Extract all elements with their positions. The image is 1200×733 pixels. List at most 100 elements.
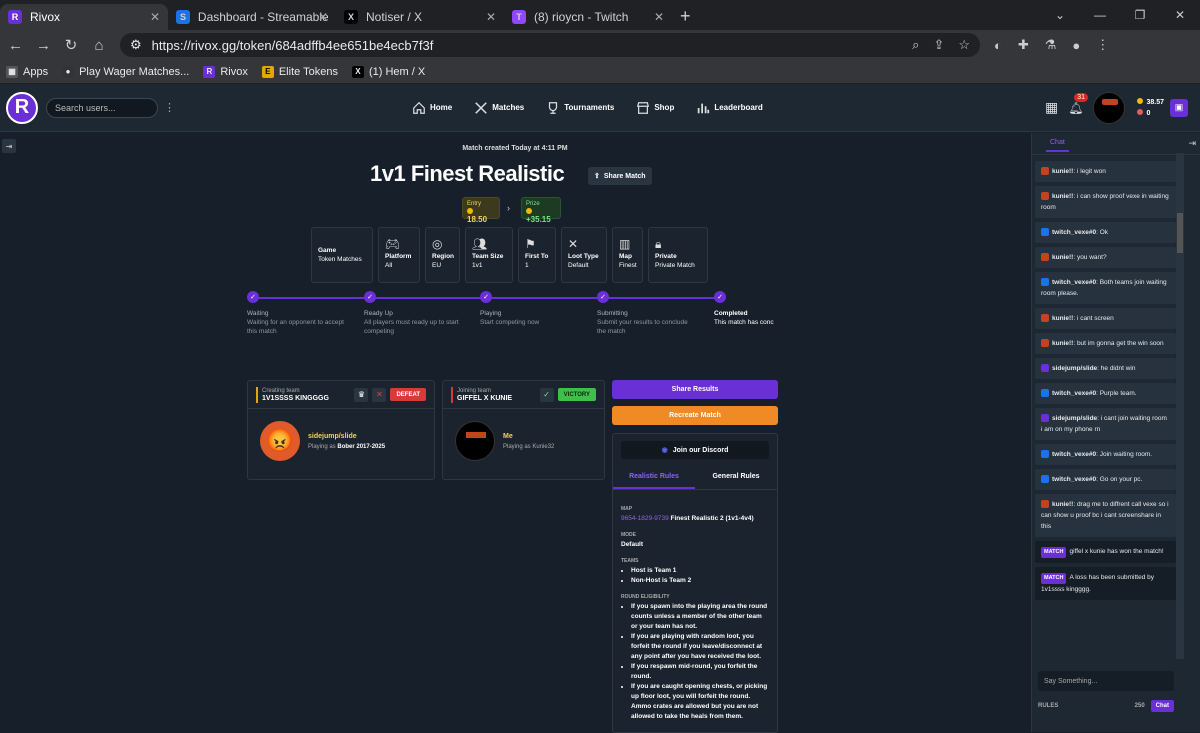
profile-avatar-icon[interactable]: ● bbox=[1072, 38, 1080, 53]
reload-icon[interactable]: ↻ bbox=[64, 36, 78, 54]
restore-icon[interactable]: ❐ bbox=[1120, 8, 1160, 22]
tab-search-icon[interactable]: ⌄ bbox=[1040, 8, 1080, 22]
bookmark-wager[interactable]: ● Play Wager Matches... bbox=[62, 65, 189, 78]
extension-icon[interactable]: ◐ bbox=[994, 38, 1002, 53]
epic-name: Bober 2017-2025 bbox=[337, 443, 386, 450]
bookmark-rivox[interactable]: R Rivox bbox=[203, 65, 248, 78]
notifications-button[interactable]: 🔔︎ 31 bbox=[1068, 92, 1089, 115]
card-value: Private Match bbox=[655, 262, 695, 269]
close-icon[interactable]: ✕ bbox=[654, 10, 664, 24]
map-name: Finest Realistic 2 (1v1-4v4) bbox=[670, 515, 754, 522]
back-icon[interactable]: ← bbox=[8, 37, 23, 54]
home-browser-icon[interactable]: ⌂ bbox=[92, 37, 106, 54]
recreate-match-button[interactable]: Recreate Match bbox=[612, 406, 778, 425]
join-discord-button[interactable]: ◉ Join our Discord bbox=[621, 441, 769, 459]
chat-text: Go on your pc. bbox=[1099, 476, 1143, 483]
bookmark-x[interactable]: X (1) Hem / X bbox=[351, 65, 426, 78]
et-icon: E bbox=[261, 65, 274, 78]
gem-balance: 0 bbox=[1146, 109, 1151, 117]
bookmark-elite-tokens[interactable]: E Elite Tokens bbox=[261, 65, 338, 78]
card-value: EU bbox=[432, 262, 442, 269]
chat-message: twitch_vexe#0: Both teams join waiting r… bbox=[1035, 272, 1176, 304]
bookmark-star-icon[interactable]: ☆ bbox=[958, 37, 970, 53]
chat-username[interactable]: kunie!! bbox=[1052, 193, 1073, 200]
epic-name: Kunie32 bbox=[532, 443, 555, 450]
nav-label: Shop bbox=[654, 103, 675, 112]
chat-username[interactable]: sidejump/slide bbox=[1052, 415, 1097, 422]
shield-icon bbox=[1041, 389, 1049, 398]
bookmark-apps[interactable]: ▦ Apps bbox=[6, 65, 48, 78]
player-name[interactable]: Me bbox=[503, 433, 554, 440]
tab-realistic-rules[interactable]: Realistic Rules bbox=[613, 469, 695, 489]
rivox-logo[interactable]: R bbox=[6, 91, 38, 124]
url-field[interactable]: ⚙ https://rivox.gg/token/684adffb4ee651b… bbox=[120, 33, 980, 57]
chat-scrollbar[interactable] bbox=[1176, 153, 1184, 659]
browser-tab-x[interactable]: X Notiser / X ✕ bbox=[336, 4, 504, 30]
browser-tab-rivox[interactable]: R Rivox ✕ bbox=[0, 4, 168, 30]
grid-icon[interactable]: ▦ bbox=[1045, 99, 1058, 116]
bookmark-label: (1) Hem / X bbox=[368, 65, 426, 78]
match-created-text: Match created Today at 4:11 PM bbox=[462, 145, 568, 152]
match-info-cards: Game Token Matches 🎮︎ Platform All ◎ Reg… bbox=[311, 227, 708, 283]
send-chat-button[interactable]: Chat bbox=[1150, 700, 1174, 712]
chat-username[interactable]: kunie!! bbox=[1052, 501, 1073, 508]
chat-username[interactable]: sidejump/slide bbox=[1052, 365, 1097, 372]
wallet-button[interactable]: ▣ bbox=[1170, 98, 1188, 117]
chat-username[interactable]: kunie!! bbox=[1052, 340, 1073, 347]
chat-username[interactable]: kunie!! bbox=[1052, 168, 1073, 175]
labs-icon[interactable]: ⚗ bbox=[1045, 37, 1057, 53]
x-favicon-icon: X bbox=[344, 10, 358, 24]
close-icon[interactable]: ✕ bbox=[150, 10, 160, 24]
map-code-link[interactable]: 9654-1829-9739 bbox=[621, 515, 669, 522]
close-icon[interactable]: ✕ bbox=[486, 10, 496, 24]
apps-icon: ▦ bbox=[6, 65, 18, 78]
chat-message: twitch_vexe#0: Go on your pc. bbox=[1035, 469, 1176, 490]
chat-username[interactable]: kunie!! bbox=[1052, 315, 1073, 322]
nav-shop[interactable]: Shop bbox=[636, 101, 674, 115]
share-results-button[interactable]: Share Results bbox=[612, 380, 778, 399]
nav-matches[interactable]: Matches bbox=[474, 101, 524, 115]
browser-tab-streamable[interactable]: S Dashboard - Streamable ✕ bbox=[168, 4, 336, 30]
prize-badge: Prize +35.15 bbox=[521, 197, 561, 224]
user-avatar[interactable] bbox=[1093, 91, 1126, 124]
chat-input[interactable]: Say Something... bbox=[1038, 671, 1174, 691]
team-card-creating: Creating team 1V1SSSS KINGGGG ♛ ✕ DEFEAT… bbox=[247, 380, 435, 480]
chat-username[interactable]: twitch_vexe#0 bbox=[1052, 229, 1096, 236]
user-icon bbox=[1041, 339, 1049, 348]
chat-username[interactable]: kunie!! bbox=[1052, 254, 1073, 261]
browser-tab-twitch[interactable]: T (8) rioycn - Twitch ✕ bbox=[504, 4, 672, 30]
chat-username[interactable]: twitch_vexe#0 bbox=[1052, 451, 1096, 458]
forward-icon[interactable]: → bbox=[36, 37, 51, 54]
nav-leaderboard[interactable]: Leaderboard bbox=[696, 101, 763, 115]
list-item: If you are caught opening chests, or pic… bbox=[631, 682, 769, 722]
menu-icon[interactable]: ⋮ bbox=[1096, 37, 1109, 53]
zoom-icon[interactable]: ⌕ bbox=[912, 37, 919, 53]
chat-rules-link[interactable]: RULES bbox=[1038, 703, 1058, 709]
close-window-icon[interactable]: ✕ bbox=[1160, 8, 1200, 22]
close-icon[interactable]: ✕ bbox=[318, 10, 328, 24]
minimize-icon[interactable]: — bbox=[1080, 8, 1120, 22]
nav-tournaments[interactable]: Tournaments bbox=[546, 101, 614, 115]
new-tab-button[interactable]: + bbox=[680, 4, 691, 30]
tab-chat[interactable]: Chat bbox=[1046, 135, 1069, 152]
nav-home[interactable]: Home bbox=[412, 101, 452, 115]
share-page-icon[interactable]: ⇪ bbox=[933, 37, 944, 53]
scroll-thumb[interactable] bbox=[1177, 213, 1183, 253]
collapse-chat-icon[interactable]: ⇥ bbox=[1188, 138, 1196, 149]
chat-username[interactable]: twitch_vexe#0 bbox=[1052, 476, 1096, 483]
notification-badge: 31 bbox=[1074, 92, 1089, 102]
ninja-avatar[interactable] bbox=[455, 421, 495, 461]
chat-username[interactable]: twitch_vexe#0 bbox=[1052, 390, 1096, 397]
player-name[interactable]: sidejump/slide bbox=[308, 433, 385, 440]
users-icon: 👥︎ bbox=[472, 237, 488, 251]
site-info-icon[interactable]: ⚙ bbox=[130, 37, 142, 53]
tab-general-rules[interactable]: General Rules bbox=[695, 469, 777, 489]
more-icon[interactable]: ⋮ bbox=[164, 101, 175, 114]
share-match-button[interactable]: ⇪ Share Match bbox=[588, 167, 652, 185]
angry-face-avatar[interactable]: 😡 bbox=[260, 421, 300, 461]
puzzle-icon[interactable]: ✚ bbox=[1018, 37, 1029, 53]
step-desc: Waiting for an opponent to accept this m… bbox=[247, 319, 344, 335]
entry-label: Entry bbox=[467, 201, 482, 207]
chat-username[interactable]: twitch_vexe#0 bbox=[1052, 279, 1096, 286]
search-users-input[interactable]: Search users... bbox=[46, 97, 158, 118]
